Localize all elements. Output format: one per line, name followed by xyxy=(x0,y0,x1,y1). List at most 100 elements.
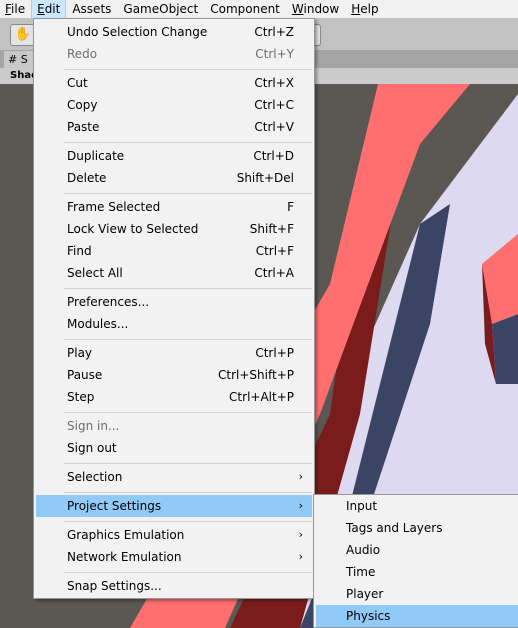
menu-item-frame-selected-label: Frame Selected xyxy=(67,200,161,214)
shortcut-cut: Ctrl+X xyxy=(254,76,294,90)
submenu-item-player[interactable]: Player xyxy=(316,583,518,605)
shortcut-step: Ctrl+Alt+P xyxy=(229,390,294,404)
submenu-item-input[interactable]: Input xyxy=(316,495,518,517)
menu-edit-label: dit xyxy=(44,2,61,16)
menu-item-paste[interactable]: Paste Ctrl+V xyxy=(36,116,312,138)
menu-item-find-label: Find xyxy=(67,244,92,258)
shortcut-find: Ctrl+F xyxy=(255,244,294,258)
shortcut-play: Ctrl+P xyxy=(255,346,294,360)
tab-scene[interactable]: # S xyxy=(4,51,34,68)
menu-item-selection[interactable]: Selection › xyxy=(36,466,312,488)
shortcut-copy: Ctrl+C xyxy=(254,98,294,112)
shortcut-lock-view: Shift+F xyxy=(249,222,294,236)
menu-window-label: indow xyxy=(303,2,340,16)
menu-item-paste-label: Paste xyxy=(67,120,100,134)
menu-item-preferences[interactable]: Preferences... xyxy=(36,291,312,313)
chevron-right-icon: › xyxy=(298,528,303,541)
menu-item-modules-label: Modules... xyxy=(67,317,129,331)
menu-item-sign-in: Sign in... xyxy=(36,415,312,437)
menu-item-graphics-emulation-label: Graphics Emulation xyxy=(67,528,185,542)
menu-item-duplicate[interactable]: Duplicate Ctrl+D xyxy=(36,145,312,167)
separator xyxy=(64,142,312,143)
separator xyxy=(64,412,312,413)
menu-help-accel: H xyxy=(351,2,361,16)
menu-item-snap-settings[interactable]: Snap Settings... xyxy=(36,575,312,597)
menu-item-network-emulation[interactable]: Network Emulation › xyxy=(36,546,312,568)
menu-gameobject[interactable]: GameObject xyxy=(118,0,203,18)
menu-item-lock-view-label: Lock View to Selected xyxy=(67,222,199,236)
menu-item-sign-in-label: Sign in... xyxy=(67,419,120,433)
shortcut-delete: Shift+Del xyxy=(236,171,294,185)
chevron-right-icon: › xyxy=(298,470,303,483)
menu-item-play-label: Play xyxy=(67,346,93,360)
menu-item-network-emulation-label: Network Emulation xyxy=(67,550,182,564)
menu-help[interactable]: Help xyxy=(346,0,383,18)
menu-file-label: ile xyxy=(11,2,26,16)
shortcut-frame-selected: F xyxy=(287,200,294,214)
separator xyxy=(64,463,312,464)
separator xyxy=(64,339,312,340)
menu-window[interactable]: Window xyxy=(287,0,344,18)
separator xyxy=(64,492,312,493)
separator xyxy=(64,193,312,194)
menu-item-selection-label: Selection xyxy=(67,470,123,484)
menu-edit[interactable]: Edit xyxy=(31,0,67,19)
menu-file[interactable]: File xyxy=(0,0,30,18)
menu-item-cut-label: Cut xyxy=(67,76,88,90)
menu-item-cut[interactable]: Cut Ctrl+X xyxy=(36,72,312,94)
menu-window-accel: W xyxy=(291,2,304,16)
menu-help-label: elp xyxy=(360,2,379,16)
edit-menu-dropdown: Undo Selection Change Ctrl+Z Redo Ctrl+Y C… xyxy=(33,18,315,599)
menu-item-step-label: Step xyxy=(67,390,95,404)
menu-item-sign-out[interactable]: Sign out xyxy=(36,437,312,459)
toolbar-button-edge[interactable] xyxy=(314,24,321,46)
menu-item-redo-label: Redo xyxy=(67,47,98,61)
menu-item-lock-view[interactable]: Lock View to Selected Shift+F xyxy=(36,218,312,240)
hand-icon: ✋ xyxy=(14,27,32,42)
menu-item-project-settings[interactable]: Project Settings › xyxy=(36,495,312,517)
menubar: File Edit Assets GameObject Component Wi… xyxy=(0,0,518,19)
menu-item-sign-out-label: Sign out xyxy=(67,441,117,455)
separator xyxy=(64,69,312,70)
menu-item-redo: Redo Ctrl+Y xyxy=(36,43,312,65)
menu-item-snap-settings-label: Snap Settings... xyxy=(67,579,162,593)
separator xyxy=(64,521,312,522)
separator xyxy=(64,288,312,289)
menu-item-graphics-emulation[interactable]: Graphics Emulation › xyxy=(36,524,312,546)
shortcut-redo: Ctrl+Y xyxy=(255,47,294,61)
menu-item-pause-label: Pause xyxy=(67,368,103,382)
submenu-item-tags-layers[interactable]: Tags and Layers xyxy=(316,517,518,539)
menu-item-undo[interactable]: Undo Selection Change Ctrl+Z xyxy=(36,21,312,43)
menu-item-copy[interactable]: Copy Ctrl+C xyxy=(36,94,312,116)
menu-assets[interactable]: Assets xyxy=(67,0,116,18)
menu-item-select-all[interactable]: Select All Ctrl+A xyxy=(36,262,312,284)
menu-item-pause[interactable]: Pause Ctrl+Shift+P xyxy=(36,364,312,386)
menu-item-frame-selected[interactable]: Frame Selected F xyxy=(36,196,312,218)
menu-item-duplicate-label: Duplicate xyxy=(67,149,125,163)
shortcut-pause: Ctrl+Shift+P xyxy=(218,368,294,382)
menu-edit-accel: E xyxy=(37,2,45,16)
menu-item-copy-label: Copy xyxy=(67,98,98,112)
submenu-item-audio[interactable]: Audio xyxy=(316,539,518,561)
submenu-item-time[interactable]: Time xyxy=(316,561,518,583)
menu-item-delete-label: Delete xyxy=(67,171,107,185)
menu-item-play[interactable]: Play Ctrl+P xyxy=(36,342,312,364)
menu-item-select-all-label: Select All xyxy=(67,266,123,280)
menu-item-delete[interactable]: Delete Shift+Del xyxy=(36,167,312,189)
chevron-right-icon: › xyxy=(298,550,303,563)
shortcut-paste: Ctrl+V xyxy=(254,120,294,134)
menu-item-find[interactable]: Find Ctrl+F xyxy=(36,240,312,262)
shortcut-undo: Ctrl+Z xyxy=(254,25,294,39)
shortcut-duplicate: Ctrl+D xyxy=(253,149,294,163)
menu-item-step[interactable]: Step Ctrl+Alt+P xyxy=(36,386,312,408)
menu-item-preferences-label: Preferences... xyxy=(67,295,150,309)
chevron-right-icon: › xyxy=(298,499,303,512)
submenu-item-physics[interactable]: Physics xyxy=(316,605,518,627)
separator xyxy=(64,572,312,573)
shortcut-select-all: Ctrl+A xyxy=(254,266,294,280)
menu-component[interactable]: Component xyxy=(205,0,285,18)
project-settings-submenu: Input Tags and Layers Audio Time Player … xyxy=(313,494,518,628)
menu-item-undo-label: Undo Selection Change xyxy=(67,25,208,39)
menu-item-project-settings-label: Project Settings xyxy=(67,499,162,513)
menu-item-modules[interactable]: Modules... xyxy=(36,313,312,335)
